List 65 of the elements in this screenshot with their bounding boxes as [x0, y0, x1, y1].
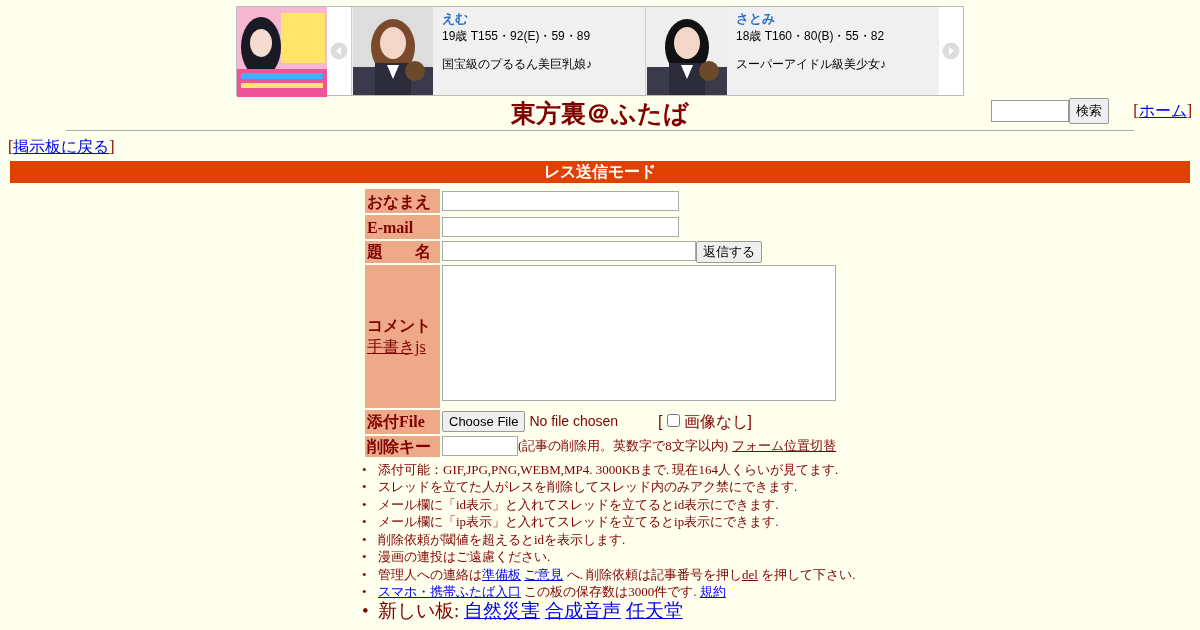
link[interactable]: スマホ・携帯ふたば入口	[378, 584, 521, 600]
note-text: を押して下さい.	[761, 566, 856, 582]
key-note: (記事の削除用。英数字で8文字以内)	[518, 437, 729, 456]
note-text: 新しい板:	[378, 599, 460, 621]
bullet: •	[362, 495, 368, 514]
delete-key-field[interactable]	[442, 436, 518, 457]
bracket-text: ]	[109, 138, 115, 155]
bullet: •	[362, 548, 368, 566]
file-status: No file chosen	[529, 412, 619, 432]
link[interactable]: ご意見	[524, 566, 564, 582]
search-button[interactable]: 検索	[1069, 98, 1110, 124]
link[interactable]: 規約	[699, 584, 726, 600]
link[interactable]: 準備板	[482, 566, 521, 582]
profile-tagline: 国宝級のプるるん美巨乳娘♪	[442, 56, 592, 71]
note-text: 添付可能：GIF,JPG,PNG,WEBM,MP4. 3000KBまで. 現在164人くらいが見てます.	[378, 461, 839, 477]
link[interactable]: 任天堂	[625, 599, 683, 621]
text-field[interactable]	[442, 191, 679, 211]
mode-bar: レス送信モード	[10, 161, 1190, 183]
comment-field[interactable]	[442, 264, 836, 401]
bullet: •	[362, 583, 368, 601]
site-title: 東方裏＠ふたば	[511, 98, 689, 130]
no-image-checkbox[interactable]	[666, 413, 680, 427]
handwriting-link[interactable]: 手書きjs	[367, 338, 426, 356]
field-label: E-mail	[367, 218, 414, 236]
search-field[interactable]	[991, 99, 1070, 122]
bracket-text: [	[658, 412, 663, 430]
choose-file-button[interactable]: Choose File	[442, 410, 526, 433]
reply-button[interactable]: 返信する	[696, 241, 762, 263]
field-label: 題 名	[367, 243, 431, 261]
note-text: メール欄に「ip表示」と入れてスレッドを立てるとip表示にできます.	[378, 514, 779, 530]
profile-name[interactable]: えむ	[442, 11, 592, 27]
note-text: 削除依頼が閾値を超えるとidを表示します.	[378, 531, 626, 547]
note-text: 管理人への連絡は	[378, 566, 482, 582]
bracket-text: [	[1133, 100, 1139, 121]
field-label: おなまえ	[367, 192, 431, 210]
bracket-text: ]	[747, 412, 752, 430]
note-text: スレッドを立てた人がレスを削除してスレッド内のみアク禁にできます.	[378, 479, 798, 495]
note-text: この板の保存数は3000件です.	[524, 584, 697, 600]
home-link[interactable]: ホーム	[1138, 98, 1187, 123]
subject-field[interactable]	[442, 241, 696, 261]
link[interactable]: del	[742, 566, 758, 582]
bullet: •	[362, 565, 368, 584]
note-text: メール欄に「id表示」と入れてスレッドを立てるとid表示にできます.	[378, 496, 779, 512]
form-position-link[interactable]: フォーム位置切替	[732, 436, 837, 456]
profile-tagline: スーパーアイドル級美少女♪	[736, 56, 886, 71]
note-text: へ. 削除依頼は記事番号を押し	[566, 566, 742, 582]
note-text: 漫画の連投はご遠慮ください.	[378, 549, 551, 565]
profile-stats: 19歳 T155・92(E)・59・89	[442, 27, 592, 45]
bullet: •	[362, 530, 368, 549]
bullet: •	[362, 478, 368, 496]
text-field[interactable]	[442, 217, 679, 237]
link[interactable]: 自然災害	[464, 599, 541, 621]
bullet: •	[362, 513, 368, 531]
checkbox-label: 画像なし	[683, 412, 748, 430]
field-label: 添付File	[367, 413, 425, 431]
field-label: コメント	[367, 317, 431, 335]
bullet: •	[362, 460, 368, 479]
profile-name[interactable]: さとみ	[736, 11, 886, 27]
bracket-text: [	[8, 138, 14, 155]
back-link[interactable]: 掲示板に戻る	[13, 138, 110, 155]
profile-stats: 18歳 T160・80(B)・55・82	[736, 27, 886, 45]
bullet: •	[362, 600, 370, 621]
link[interactable]: 合成音声	[544, 599, 621, 621]
field-label: 削除キー	[367, 437, 431, 455]
bracket-text: ]	[1186, 100, 1192, 121]
